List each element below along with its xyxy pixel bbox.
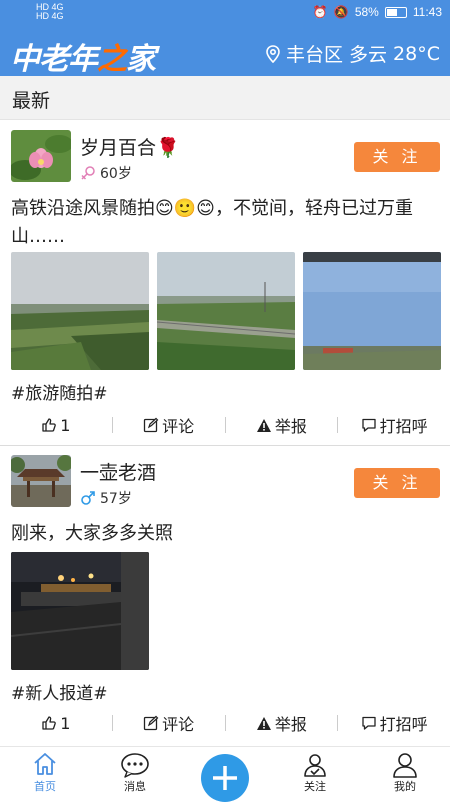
- thumbs-up-icon: [42, 716, 57, 730]
- tab-home[interactable]: 首页: [0, 747, 90, 800]
- age-text: 60岁: [100, 166, 132, 182]
- post-content: 高铁沿途风景随拍😊🙂😊，不觉间，轻舟已过万重山……: [11, 198, 413, 247]
- greet-button[interactable]: 打招呼: [338, 413, 450, 437]
- battery-percent: 58%: [354, 5, 379, 19]
- alarm-icon: ⏰: [312, 5, 328, 19]
- network-indicator: HD 4G HD 4G: [36, 3, 64, 21]
- age-text: 57岁: [100, 491, 132, 507]
- comment-button[interactable]: 评论: [113, 413, 225, 437]
- report-button[interactable]: 举报: [226, 711, 338, 735]
- network-line-2: HD 4G: [36, 11, 64, 21]
- tab-post[interactable]: [180, 747, 270, 802]
- age-info: 57岁: [80, 488, 132, 508]
- post-content: 刚来，大家多多关照: [11, 523, 173, 544]
- username[interactable]: 岁月百合🌹: [80, 133, 180, 160]
- comment-label: 评论: [162, 417, 195, 436]
- tab-messages[interactable]: 消息: [90, 747, 180, 800]
- chat-icon: [361, 418, 376, 432]
- logo-tail: 家: [126, 42, 156, 77]
- clock: 11:43: [412, 5, 442, 19]
- tab-home-label: 首页: [34, 780, 56, 793]
- comment-label: 评论: [162, 715, 195, 734]
- section-title: 最新: [0, 76, 450, 120]
- logo-accent: 之: [97, 42, 127, 77]
- greet-button[interactable]: 打招呼: [338, 711, 450, 735]
- age-info: 60岁: [80, 163, 132, 183]
- avatar[interactable]: [11, 455, 71, 507]
- status-bar: HD 4G HD 4G ⏰ 🔕 58% 11:43: [0, 0, 450, 24]
- avatar[interactable]: [11, 130, 71, 182]
- post-photo[interactable]: [11, 252, 149, 370]
- message-icon: [121, 753, 149, 778]
- warning-icon: [256, 716, 271, 730]
- app-logo: 中老年之家: [10, 34, 156, 78]
- bottom-tab-bar: 首页 消息 关注 我的: [0, 746, 450, 802]
- like-count: 1: [60, 415, 71, 435]
- tab-follow[interactable]: 关注: [270, 747, 360, 800]
- post-tag[interactable]: #旅游随拍#: [11, 379, 108, 404]
- edit-icon: [143, 715, 159, 731]
- like-count: 1: [60, 713, 71, 733]
- thumbs-up-icon: [42, 418, 57, 432]
- post-tag[interactable]: #新人报道#: [11, 679, 108, 704]
- location-name: 丰台区: [286, 44, 344, 66]
- mute-icon: 🔕: [333, 5, 349, 19]
- location-weather[interactable]: 丰台区 多云 28°C: [266, 40, 440, 67]
- logo-text: 中老年: [10, 42, 98, 77]
- comment-button[interactable]: 评论: [113, 711, 225, 735]
- tab-follow-label: 关注: [304, 780, 326, 793]
- warning-icon: [256, 418, 271, 432]
- greet-label: 打招呼: [379, 417, 428, 436]
- greet-label: 打招呼: [379, 715, 428, 734]
- battery-icon: [384, 6, 407, 18]
- post-actions: 1 评论 举报 打招呼: [0, 703, 450, 743]
- post-photo[interactable]: [157, 252, 295, 370]
- post-photo[interactable]: [11, 552, 149, 670]
- weather-text: 多云: [349, 44, 388, 66]
- like-button[interactable]: 1: [0, 714, 112, 733]
- tab-mine[interactable]: 我的: [360, 747, 450, 800]
- tab-mine-label: 我的: [394, 780, 416, 793]
- report-label: 举报: [274, 417, 307, 436]
- male-icon: [81, 491, 95, 505]
- temperature: 28°C: [393, 42, 440, 65]
- home-icon: [34, 753, 56, 775]
- follow-button[interactable]: 关 注: [354, 468, 440, 498]
- follow-user-icon: [304, 754, 326, 777]
- tab-messages-label: 消息: [124, 780, 146, 793]
- chat-icon: [361, 716, 376, 730]
- female-icon: [81, 166, 95, 180]
- post-actions: 1 评论 举报 打招呼: [0, 405, 450, 445]
- post-card: 岁月百合🌹 60岁 关 注 高铁沿途风景随拍😊🙂😊，不觉间，轻舟已过万重山……: [0, 121, 450, 445]
- follow-button[interactable]: 关 注: [354, 142, 440, 172]
- edit-icon: [143, 417, 159, 433]
- like-button[interactable]: 1: [0, 416, 112, 435]
- location-pin-icon: [266, 44, 280, 63]
- report-label: 举报: [274, 715, 307, 734]
- plus-icon: [213, 766, 237, 790]
- report-button[interactable]: 举报: [226, 413, 338, 437]
- app-header: 中老年之家 丰台区 多云 28°C: [0, 24, 450, 78]
- username[interactable]: 一壶老酒: [80, 458, 156, 485]
- add-post-button[interactable]: [201, 754, 249, 802]
- post-card: 一壶老酒 57岁 关 注 刚来，大家多多关照 #新人报道# 1 评论 举报 打招…: [0, 446, 450, 746]
- user-icon: [393, 753, 417, 778]
- post-photo[interactable]: [303, 252, 441, 370]
